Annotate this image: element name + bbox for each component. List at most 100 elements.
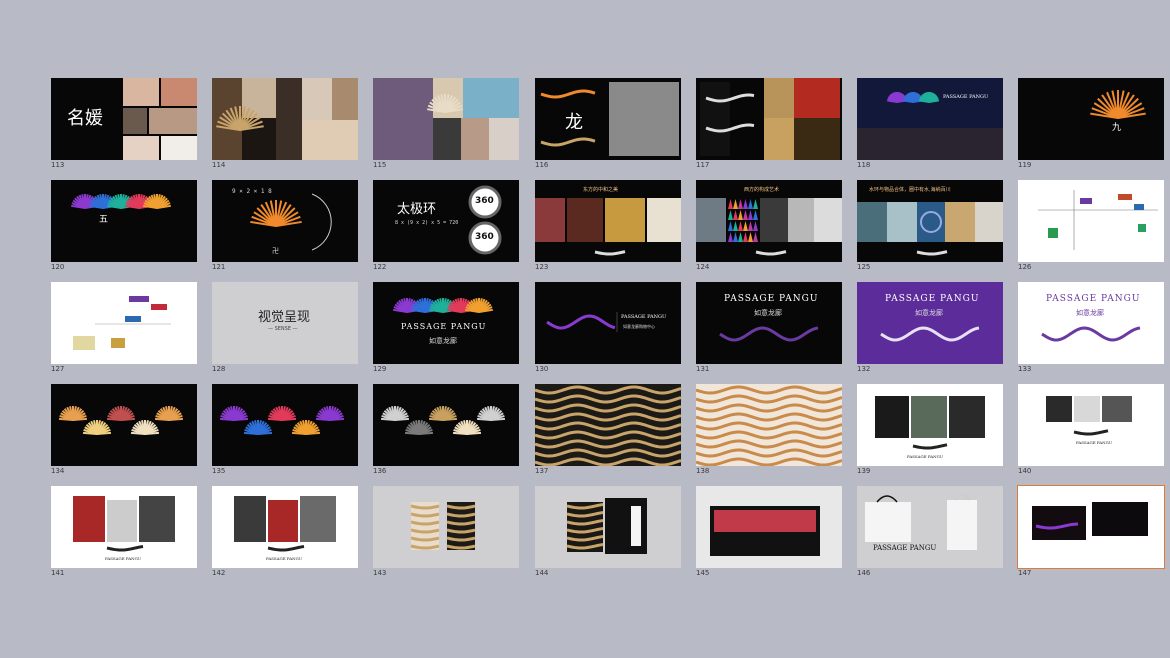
fan-icon [452, 420, 482, 435]
slide-number: 127 [51, 365, 65, 373]
fan-icon [106, 406, 136, 421]
photo-tile [911, 396, 947, 438]
slide-thumbnail-143[interactable] [373, 486, 519, 568]
photo-tile [461, 118, 489, 160]
brand-subtitle: 如意龙廊 [915, 309, 943, 317]
pattern-row [696, 439, 842, 449]
slide-thumbnail-118[interactable]: PASSAGE PANGU [857, 78, 1003, 160]
slide-thumbnail-126[interactable] [1018, 180, 1164, 262]
slide-thumbnail-138[interactable] [696, 384, 842, 466]
triangle-pattern [748, 199, 753, 209]
slide-thumbnail-147[interactable] [1017, 485, 1165, 569]
fan-icon [250, 200, 302, 227]
fan-icon [267, 406, 297, 421]
fan-icon [58, 406, 88, 421]
wave-motif [267, 545, 305, 552]
slide-thumbnail-125[interactable]: 水环与物品合体，圈中有水,海纳百川 [857, 180, 1003, 262]
slide-thumbnail-120[interactable]: 五 [51, 180, 197, 262]
photo-tile [760, 198, 788, 242]
slide-title: 五 [99, 215, 109, 225]
pattern-row [696, 412, 842, 422]
pattern-row [696, 403, 842, 413]
fan-icon [465, 298, 493, 313]
slide-thumbnail-114[interactable] [212, 78, 358, 160]
photo-tile [373, 78, 433, 160]
slide-thumbnail-144[interactable] [535, 486, 681, 568]
fan-icon [143, 194, 171, 209]
brand-chip [73, 336, 95, 350]
slide-thumbnail-132[interactable]: PASSAGE PANGU 如意龙廊 [857, 282, 1003, 364]
triangle-pattern [753, 199, 758, 209]
badge-top: 360 [475, 196, 494, 206]
slide-title: 名媛 [67, 108, 103, 129]
slide-thumbnail-145[interactable] [696, 486, 842, 568]
slide-number: 113 [51, 161, 65, 169]
pattern-row [535, 385, 681, 395]
brand-chip [1080, 198, 1092, 204]
slide-number: 128 [212, 365, 226, 373]
slide-number: 133 [1018, 365, 1032, 373]
slide-thumbnail-113[interactable]: 名媛 [51, 78, 197, 160]
wave-motif [880, 326, 980, 342]
slide-thumbnail-124[interactable]: 西方的构成艺术 [696, 180, 842, 262]
brand-subtitle: 如意龙廊 [754, 309, 782, 317]
photo-tile [149, 108, 197, 134]
slide-number: 120 [51, 263, 65, 271]
slide-thumbnail-129[interactable]: PASSAGE PANGU 如意龙廊 [373, 282, 519, 364]
shopping-bag [865, 502, 911, 542]
slide-title: 视觉呈现 [258, 310, 311, 325]
slide-thumbnail-131[interactable]: PASSAGE PANGU 如意龙廊 [696, 282, 842, 364]
slide-thumbnail-140[interactable]: PASSAGE PANGU [1018, 384, 1164, 466]
brand-chip [1048, 228, 1058, 238]
slide-title: 九 [1112, 123, 1122, 133]
slide-number: 115 [373, 161, 387, 169]
triangle-pattern [738, 221, 743, 231]
slide-number: 135 [212, 467, 226, 475]
slide-thumbnail-128[interactable]: 视觉呈现 — SENSE — [212, 282, 358, 364]
triangle-pattern [733, 210, 738, 220]
triangle-pattern [748, 210, 753, 220]
slide-thumbnail-135[interactable] [212, 384, 358, 466]
fan-icon [291, 420, 321, 435]
slide-thumbnail-137[interactable] [535, 384, 681, 466]
brand-chip [1134, 204, 1144, 210]
photo-tile [161, 136, 197, 160]
slide-thumbnail-146[interactable]: PASSAGE PANGU [857, 486, 1003, 568]
triangle-pattern [738, 232, 743, 242]
dragon-sculpture-image [609, 82, 679, 156]
slide-thumbnail-123[interactable]: 东方的中和之美 [535, 180, 681, 262]
slide-thumbnail-141[interactable]: PASSAGE PANGU [51, 486, 197, 568]
photo-tile [463, 78, 519, 118]
slide-number: 122 [373, 263, 387, 271]
slide-thumbnail-116[interactable]: 龙 [535, 78, 681, 160]
slide-thumbnail-117[interactable] [696, 78, 842, 160]
slide-number: 144 [535, 569, 549, 577]
slide-thumbnail-115[interactable] [373, 78, 519, 160]
slide-thumbnail-130[interactable]: PASSAGE PANGU 如意龙廊购物中心 [535, 282, 681, 364]
slide-number: 146 [857, 569, 871, 577]
slide-number: 143 [373, 569, 387, 577]
slide-thumbnail-134[interactable] [51, 384, 197, 466]
triangle-pattern [753, 221, 758, 231]
slide-number: 130 [535, 365, 549, 373]
slide-title: 太极环 [397, 202, 437, 217]
slide-thumbnail-122[interactable]: 太极环 8 x (9 x 2) x 5 = 720 360 360 [373, 180, 519, 262]
slide-thumbnail-142[interactable]: PASSAGE PANGU [212, 486, 358, 568]
slide-thumbnail-133[interactable]: PASSAGE PANGU 如意龙廊 [1018, 282, 1164, 364]
slide-thumbnail-121[interactable]: 9 × 2 × 1 8 卍 [212, 180, 358, 262]
slide-number: 131 [696, 365, 710, 373]
slide-thumbnail-136[interactable] [373, 384, 519, 466]
photo-tile [794, 118, 840, 160]
photo-tile [107, 500, 137, 542]
slide-number: 145 [696, 569, 710, 577]
photo-tile [489, 118, 519, 160]
slide-thumbnail-119[interactable]: 九 [1018, 78, 1164, 160]
slide-thumbnail-139[interactable]: PASSAGE PANGU [857, 384, 1003, 466]
wave-motif [916, 250, 948, 256]
photo-tile [857, 128, 1003, 160]
slide-thumbnail-127[interactable] [51, 282, 197, 364]
fan-icon [219, 406, 249, 421]
slide-number: 124 [696, 263, 710, 271]
triangle-pattern [743, 221, 748, 231]
brand-subtitle: 如意龙廊 [1076, 309, 1104, 317]
